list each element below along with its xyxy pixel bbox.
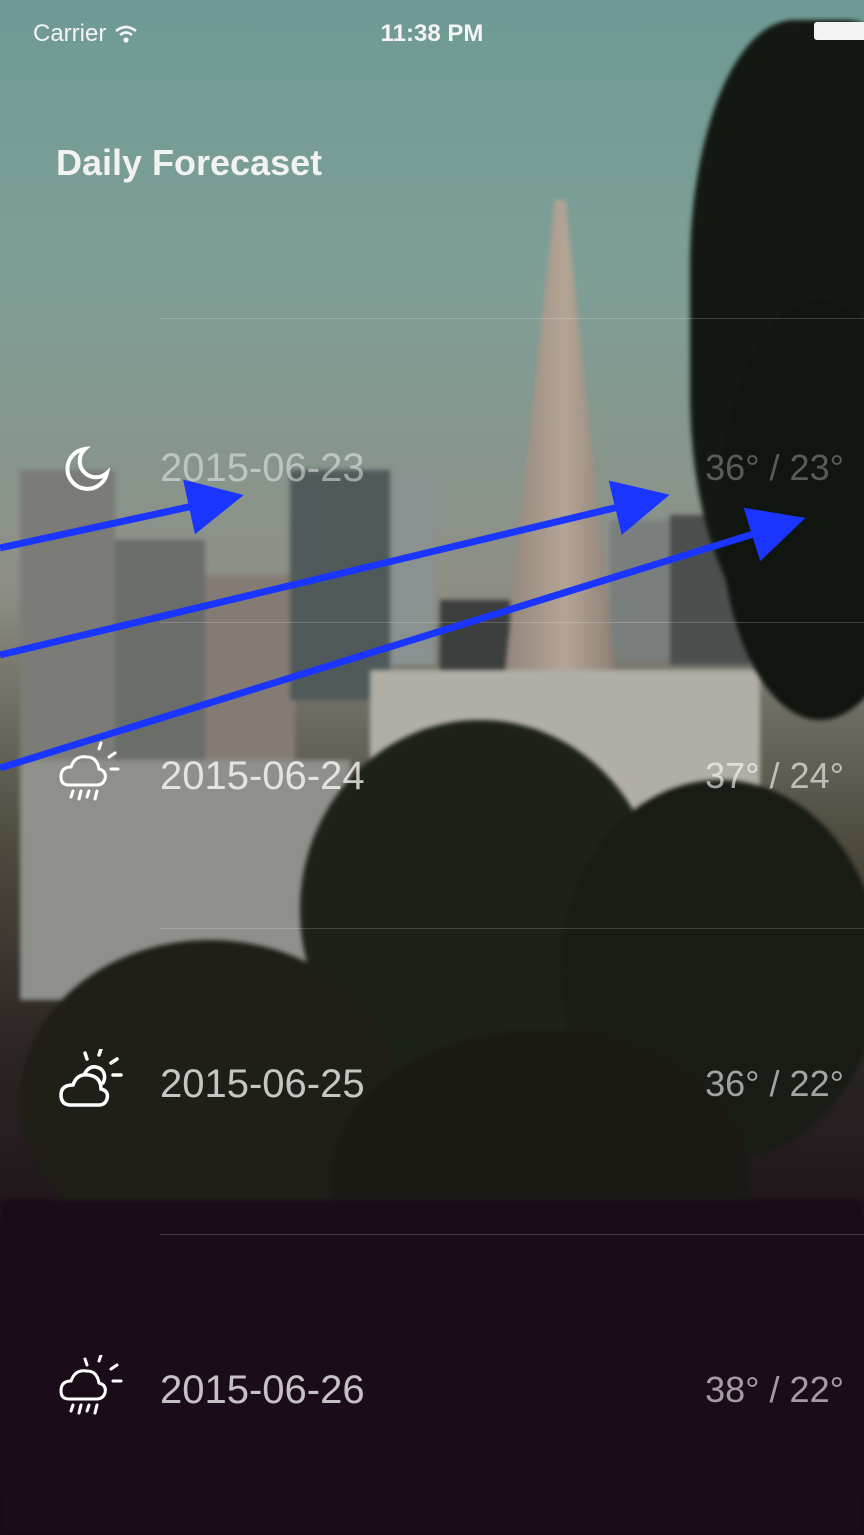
battery-icon	[814, 22, 864, 40]
forecast-temp: 37° / 24°	[705, 755, 844, 796]
cloud-rain-sun-icon	[59, 741, 120, 801]
cloud-sun-icon	[59, 1049, 123, 1107]
forecast-row[interactable]: 2015-06-23 36° / 23°	[0, 428, 864, 508]
row-divider	[160, 622, 864, 623]
status-bar: Carrier 11:38 PM	[0, 0, 864, 60]
row-divider	[160, 928, 864, 929]
forecast-row[interactable]: 2015-06-26 38° / 22°	[0, 1350, 864, 1430]
forecast-date: 2015-06-26	[160, 1367, 365, 1412]
cloud-rain-sun-icon	[59, 1355, 123, 1415]
forecast-temp: 38° / 22°	[705, 1369, 844, 1410]
page-title: Daily Forecaset	[56, 142, 323, 183]
forecast-date: 2015-06-25	[160, 1061, 365, 1106]
weather-screen: Carrier 11:38 PM Daily Forecaset 2015-06…	[0, 0, 864, 1535]
row-divider	[160, 318, 864, 319]
forecast-row[interactable]: 2015-06-24 37° / 24°	[0, 736, 864, 816]
forecast-date: 2015-06-24	[160, 753, 365, 798]
forecast-row[interactable]: 2015-06-25 36° / 22°	[0, 1044, 864, 1124]
moon-icon	[65, 446, 111, 491]
forecast-temp: 36° / 23°	[705, 447, 844, 488]
forecast-date: 2015-06-23	[160, 445, 365, 490]
status-time: 11:38 PM	[380, 20, 484, 47]
row-divider	[160, 1234, 864, 1235]
forecast-temp: 36° / 22°	[705, 1063, 844, 1104]
